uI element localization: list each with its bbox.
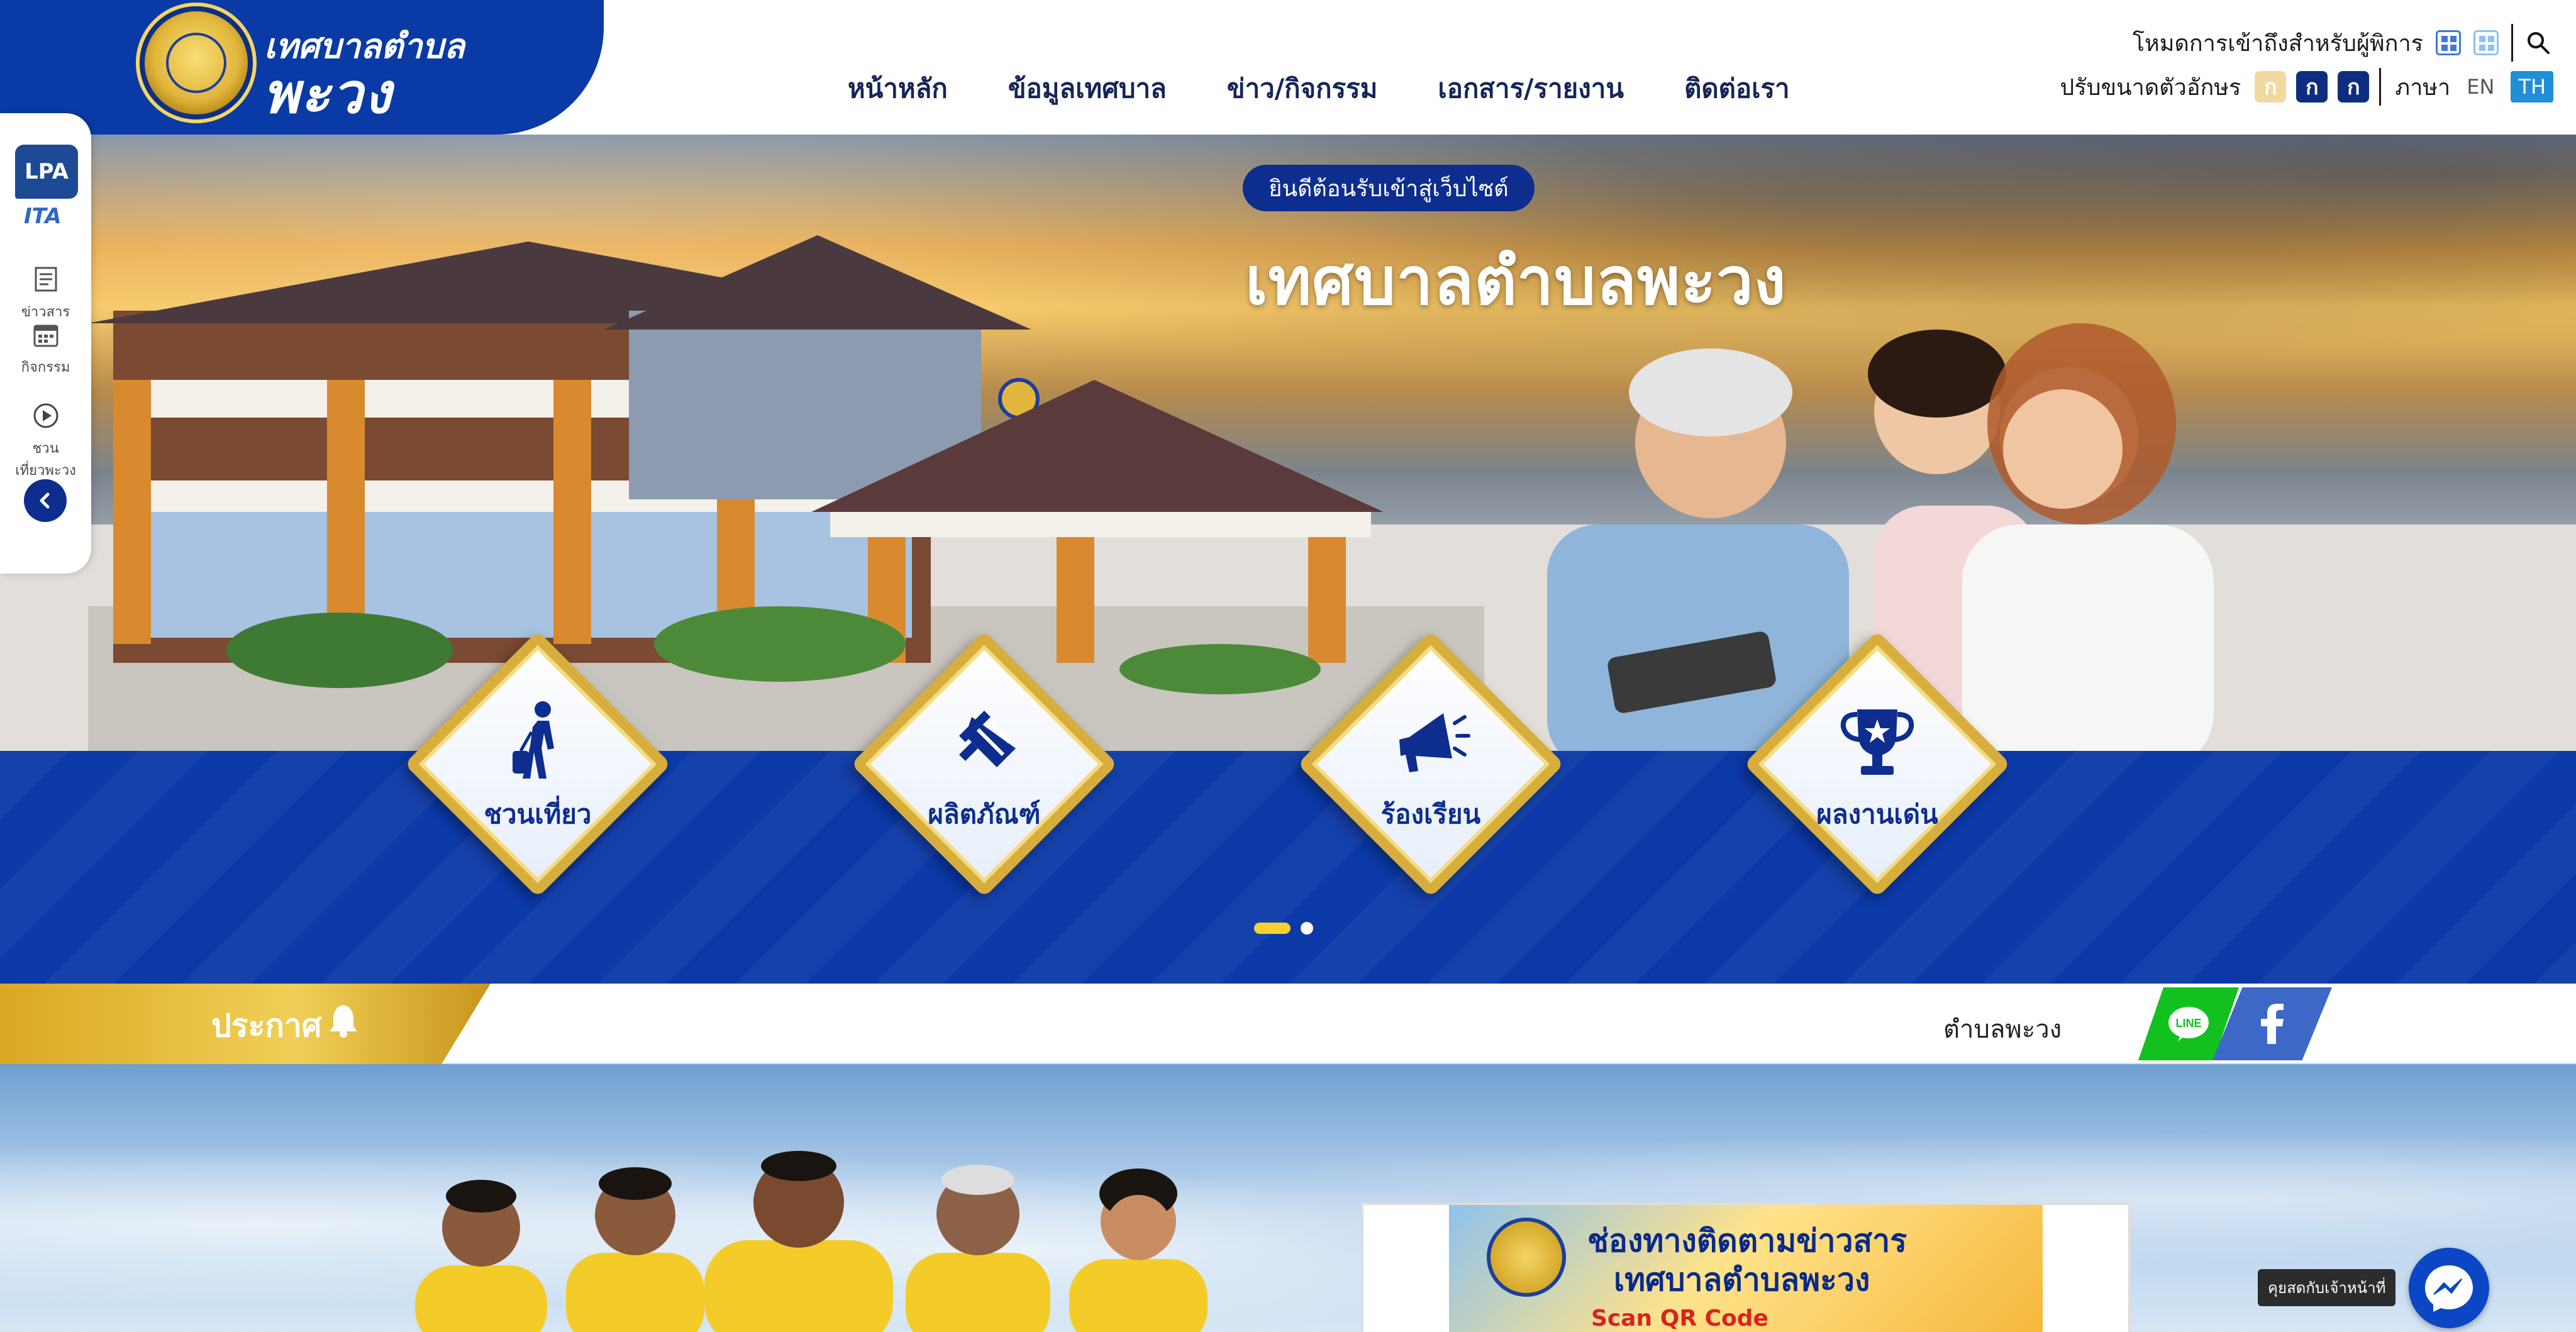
municipality-seal-logo[interactable] — [140, 6, 253, 119]
side-item-label: ข่าวสาร — [21, 304, 70, 320]
quick-link-travel[interactable]: ชวนเที่ยว — [402, 629, 673, 899]
nav-contact[interactable]: ติดต่อเรา — [1654, 68, 1820, 109]
side-item-news[interactable]: ข่าวสาร — [0, 265, 91, 323]
megaphone-icon — [1399, 713, 1470, 772]
font-size-large-button[interactable]: ก — [2338, 71, 2370, 103]
calendar-icon — [33, 325, 58, 347]
nav-municipality-info[interactable]: ข้อมูลเทศบาล — [978, 68, 1197, 109]
site-header: เทศบาลตำบล พะวง หน้าหลัก ข้อมูลเทศบาล ข่… — [0, 0, 2576, 135]
search-icon[interactable] — [2526, 30, 2551, 55]
quick-link-label: ผลงานเด่น — [1816, 799, 1938, 830]
news-channel-banner[interactable]: ช่องทางติดตามข่าวสาร เทศบาลตำบลพะวง Scan… — [1361, 1202, 2131, 1332]
quick-link-label: ร้องเรียน — [1380, 799, 1481, 830]
collapse-menu-button[interactable] — [24, 479, 67, 522]
line-icon: LINE — [2168, 1007, 2209, 1041]
side-item-label: ชวน เที่ยวพะวง — [15, 441, 76, 479]
nav-documents-reports[interactable]: เอกสาร/รายงาน — [1407, 68, 1654, 109]
font-size-label: ปรับขนาดตัวอักษร — [2060, 74, 2241, 101]
accessibility-mode-light-icon[interactable] — [2473, 30, 2499, 55]
quick-link-label: ชวนเที่ยว — [484, 799, 592, 830]
bell-icon — [330, 1005, 357, 1038]
messenger-chat-button[interactable] — [2409, 1248, 2489, 1328]
news-channel-banner-inner: ช่องทางติดตามข่าวสาร เทศบาลตำบลพะวง Scan… — [1449, 1205, 2043, 1332]
quick-link-products[interactable]: ผลิตภัณฑ์ — [849, 629, 1119, 899]
accessibility-mode-dark-icon[interactable] — [2436, 30, 2461, 55]
ita-logo[interactable]: ITA — [24, 204, 62, 229]
carousel-dot-active[interactable] — [1254, 923, 1291, 934]
language-en-button[interactable]: EN — [2467, 75, 2494, 99]
announcement-ticker[interactable]: ตำบลพะวง — [1943, 1009, 2062, 1049]
hero-title: เทศบาลตำบลพะวง — [1245, 243, 1787, 319]
brand-line-2: พะวง — [263, 61, 392, 126]
play-icon — [33, 403, 58, 428]
carousel-dots — [1254, 922, 1313, 935]
font-size-medium-button[interactable]: ก — [2296, 71, 2328, 103]
welcome-pill: ยินดีต้อนรับเข้าสู่เว็บไซต์ — [1243, 165, 1535, 211]
nav-news-activities[interactable]: ข่าว/กิจกรรม — [1197, 68, 1408, 109]
quick-link-achievements[interactable]: ผลงานเด่น — [1742, 629, 2012, 899]
side-quick-menu: LPA ITA ข่าวสาร กิจกรรม ชวน เที่ยวพะวง — [0, 113, 91, 574]
messenger-icon — [2425, 1265, 2473, 1312]
language-th-button[interactable]: TH — [2511, 71, 2553, 103]
svg-text:LINE: LINE — [2175, 1017, 2201, 1030]
nav-home[interactable]: หน้าหลัก — [818, 68, 978, 109]
municipality-seal-small — [1487, 1218, 1566, 1297]
executives-photo-image — [415, 1151, 1208, 1332]
executives-section — [0, 1064, 2576, 1332]
lpa-button[interactable]: LPA — [15, 145, 78, 199]
quick-links-band — [0, 751, 2576, 984]
announcement-label: ประกาศ — [211, 1007, 322, 1044]
sky-background — [0, 1064, 2576, 1332]
trophy-icon — [1840, 709, 1914, 775]
product-icon — [953, 711, 1016, 767]
announcement-bar: ประกาศ ตำบลพะวง LINE — [0, 984, 2576, 1064]
divider — [2511, 24, 2513, 62]
divider — [2379, 68, 2382, 106]
hero-banner: ยินดีต้อนรับเข้าสู่เว็บไซต์ เทศบาลตำบลพะ… — [0, 135, 2576, 751]
carousel-dot[interactable] — [1301, 922, 1313, 935]
quick-link-complaints[interactable]: ร้องเรียน — [1296, 629, 1566, 899]
chevron-left-icon — [40, 492, 50, 509]
side-item-label: กิจกรรม — [21, 360, 70, 375]
news-banner-line-3: Scan QR Code — [1591, 1306, 1768, 1331]
seal-inner-ring — [166, 33, 226, 93]
quick-link-label: ผลิตภัณฑ์ — [928, 799, 1041, 830]
facebook-icon — [2261, 1004, 2284, 1044]
traveler-icon — [513, 701, 554, 779]
chat-with-staff-label[interactable]: คุยสดกับเจ้าหน้าที่ — [2258, 1269, 2396, 1306]
font-size-small-button[interactable]: ก — [2255, 71, 2287, 103]
accessibility-row: โหมดการเข้าถึงสำหรับผู้พิการ — [2133, 24, 2551, 62]
news-banner-line-2: เทศบาลตำบลพะวง — [1614, 1262, 1870, 1298]
accessibility-mode-label: โหมดการเข้าถึงสำหรับผู้พิการ — [2132, 30, 2423, 57]
language-label: ภาษา — [2395, 74, 2451, 101]
side-item-activities[interactable]: กิจกรรม — [0, 321, 91, 378]
font-size-row: ปรับขนาดตัวอักษร ก ก ก ภาษา EN TH — [2060, 68, 2553, 106]
newspaper-icon — [35, 267, 57, 292]
main-nav: หน้าหลัก ข้อมูลเทศบาล ข่าว/กิจกรรม เอกสา… — [818, 68, 1820, 109]
